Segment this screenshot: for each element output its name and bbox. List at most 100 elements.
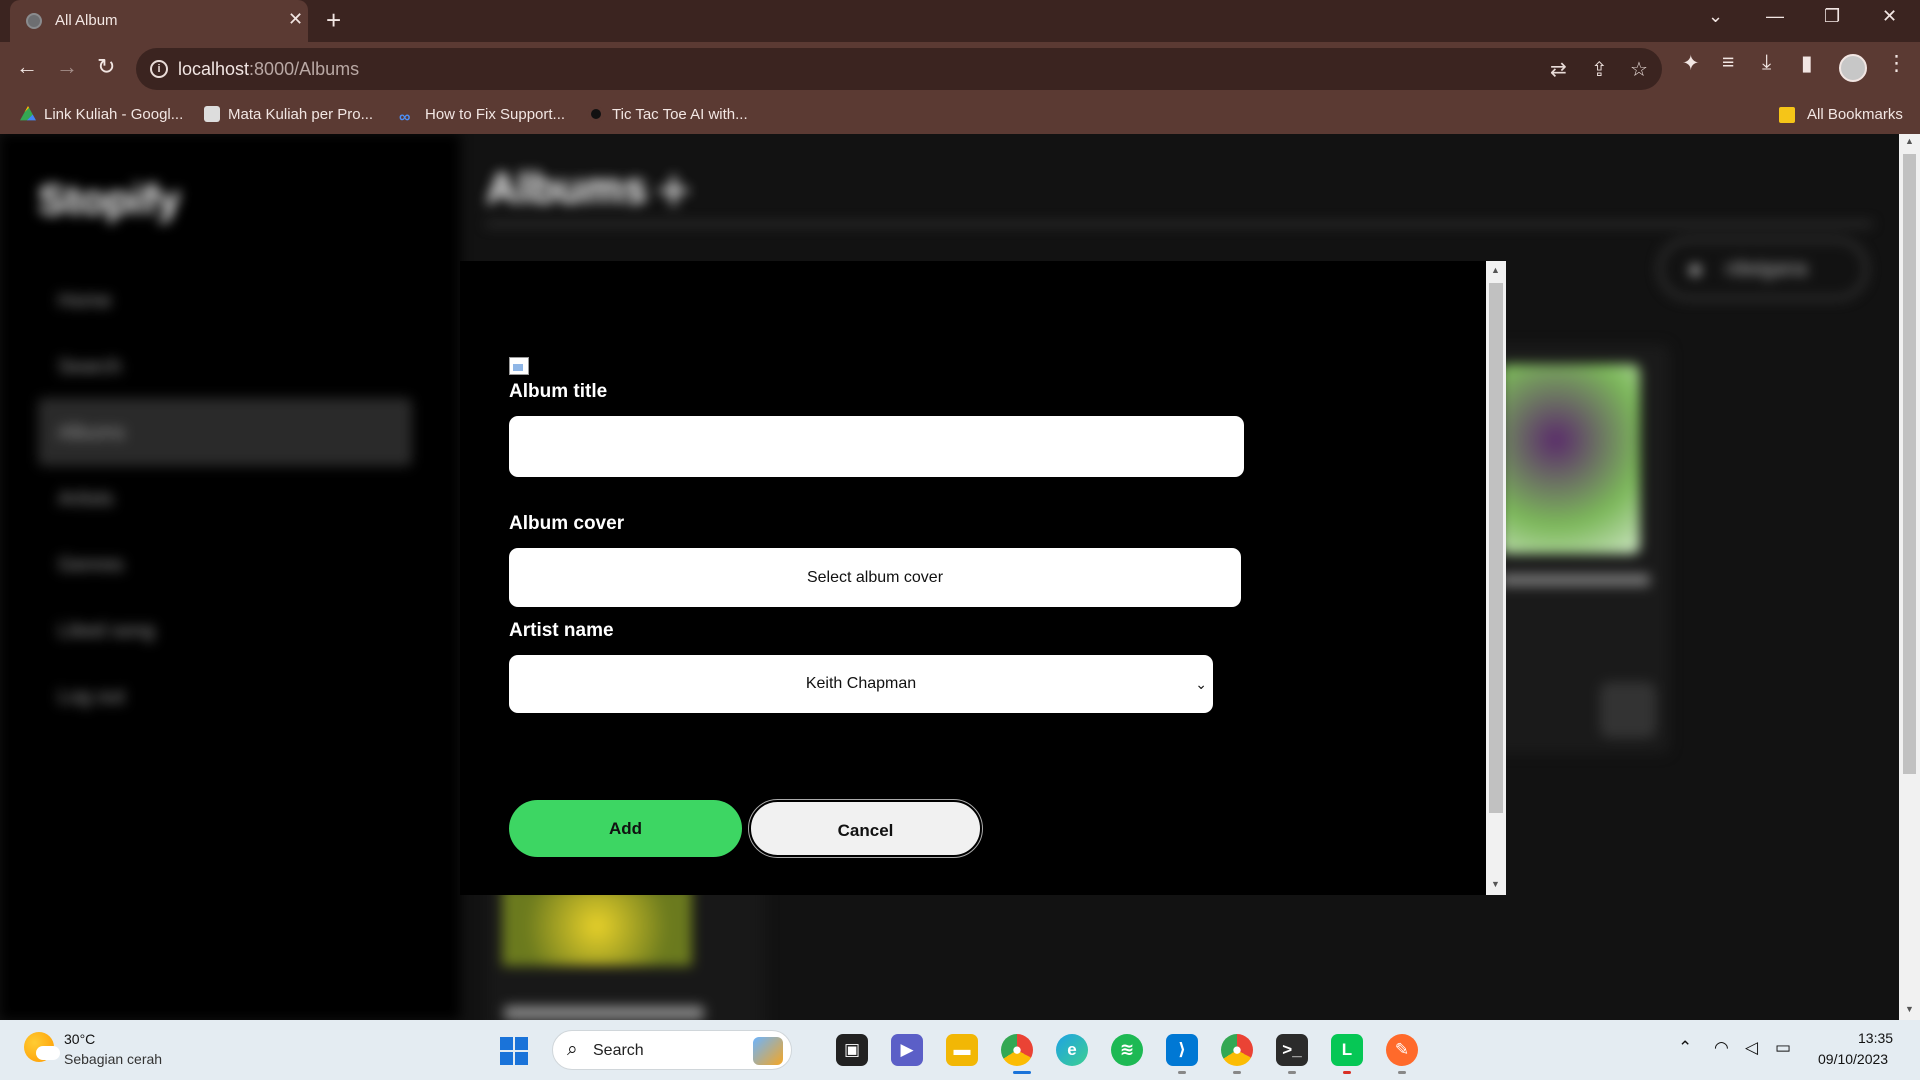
add-button[interactable]: Add: [509, 800, 742, 857]
sidebar-item-albums[interactable]: Albums: [58, 422, 125, 445]
page-scroll-thumb[interactable]: [1903, 154, 1916, 774]
album-cover: [1500, 364, 1640, 554]
album-title-input[interactable]: [509, 416, 1244, 477]
sidebar-item-genres[interactable]: Genres: [58, 554, 124, 577]
media-queue-icon[interactable]: ≡: [1722, 51, 1734, 75]
bookmark-item[interactable]: Tic Tac Toe AI with...: [588, 106, 748, 123]
running-indicator: [1343, 1071, 1351, 1074]
brave-icon[interactable]: ✎: [1386, 1034, 1418, 1066]
album-title-placeholder: [504, 1006, 704, 1020]
google-drive-icon: [20, 106, 36, 121]
forward-icon[interactable]: →: [56, 54, 78, 80]
close-window-icon[interactable]: ✕: [1882, 6, 1897, 27]
weather-description[interactable]: Sebagian cerah: [64, 1051, 162, 1067]
sidebar-item-search[interactable]: Search: [58, 356, 121, 379]
active-indicator: [1013, 1071, 1031, 1074]
site-favicon: [204, 106, 220, 122]
menu-dots-icon[interactable]: ⋮: [1886, 51, 1907, 76]
artist-select[interactable]: Keith Chapman ⌄: [509, 655, 1213, 713]
sidebar-item-log-out[interactable]: Log out: [58, 686, 125, 709]
search-placeholder: Search: [593, 1042, 644, 1059]
file-explorer-icon[interactable]: ▬: [946, 1034, 978, 1066]
tab-strip: All Album ✕ + ⌄ — ❐ ✕: [0, 0, 1920, 42]
bookmarks-bar: Link Kuliah - Googl... Mata Kuliah per P…: [0, 97, 1920, 134]
tab-search-chevron-icon[interactable]: ⌄: [1708, 6, 1723, 27]
bookmark-item[interactable]: Mata Kuliah per Pro...: [204, 106, 373, 123]
tab-title: All Album: [55, 12, 118, 29]
minimize-icon[interactable]: —: [1766, 6, 1784, 27]
bookmark-item[interactable]: Link Kuliah - Googl...: [20, 106, 183, 123]
sidebar-item-artists[interactable]: Artists: [58, 488, 114, 511]
profile-avatar[interactable]: [1839, 54, 1867, 82]
weather-temperature[interactable]: 30°C: [64, 1031, 95, 1047]
bookmark-star-icon[interactable]: ☆: [1630, 57, 1648, 82]
terminal-icon[interactable]: >_: [1276, 1034, 1308, 1066]
clock-date[interactable]: 09/10/2023: [1818, 1051, 1888, 1067]
broken-image-icon: [509, 357, 529, 375]
wifi-icon[interactable]: ◠: [1714, 1038, 1729, 1058]
teams-icon[interactable]: ▶: [891, 1034, 923, 1066]
sidebar-item-home[interactable]: Home: [58, 290, 111, 313]
chrome-icon[interactable]: ●: [1001, 1034, 1033, 1066]
page-scrollbar[interactable]: ▲ ▼: [1899, 134, 1920, 1020]
user-menu[interactable]: ● rdwigana: [1658, 238, 1868, 300]
translate-icon[interactable]: ⇄: [1550, 57, 1567, 82]
modal-scroll-thumb[interactable]: [1489, 283, 1503, 813]
show-hidden-icons-icon[interactable]: ⌃: [1678, 1038, 1692, 1058]
sidebar-item-liked-song[interactable]: Liked song: [58, 620, 155, 643]
spotify-icon[interactable]: ≋: [1111, 1034, 1143, 1066]
divider: [486, 222, 1872, 226]
task-view-icon[interactable]: ▣: [836, 1034, 868, 1066]
modal-scrollbar[interactable]: ▲ ▼: [1486, 261, 1506, 895]
artist-name-label: Artist name: [509, 620, 614, 641]
tab-favicon-icon: [26, 13, 42, 29]
new-tab-icon[interactable]: +: [326, 6, 341, 34]
clock-time[interactable]: 13:35: [1858, 1030, 1893, 1046]
volume-icon[interactable]: ◁: [1745, 1038, 1758, 1058]
side-panel-icon[interactable]: ▮: [1801, 51, 1813, 76]
running-indicator: [1178, 1071, 1186, 1074]
browser-toolbar: ← → ↻ i localhost:8000/Albums ⇄ ⇪ ☆ ✦ ≡ …: [0, 42, 1920, 97]
battery-icon[interactable]: ▭: [1775, 1038, 1791, 1058]
weather-cloud-icon: [36, 1046, 60, 1060]
address-bar[interactable]: i localhost:8000/Albums ⇄ ⇪ ☆: [136, 48, 1662, 90]
windows-start-icon[interactable]: [500, 1037, 528, 1065]
tab-close-icon[interactable]: ✕: [288, 9, 303, 30]
album-cover-label: Album cover: [509, 513, 625, 534]
running-indicator: [1288, 1071, 1296, 1074]
all-bookmarks-button[interactable]: All Bookmarks: [1807, 106, 1903, 123]
album-title-label: Album title: [509, 381, 608, 402]
reload-icon[interactable]: ↻: [97, 54, 115, 80]
add-album-icon[interactable]: +: [656, 156, 691, 225]
restore-icon[interactable]: ❐: [1824, 6, 1840, 27]
edit-pencil-icon[interactable]: [1600, 682, 1656, 738]
scroll-up-icon[interactable]: ▲: [1905, 136, 1914, 146]
album-title-placeholder: [1500, 574, 1650, 586]
app-logo: Stopify: [38, 176, 181, 223]
edge-icon[interactable]: e: [1056, 1034, 1088, 1066]
scroll-down-icon[interactable]: ▼: [1905, 1004, 1914, 1014]
line-app-icon[interactable]: L: [1331, 1034, 1363, 1066]
browser-tab[interactable]: All Album ✕: [10, 0, 308, 42]
folder-icon: [1779, 107, 1795, 123]
site-info-icon[interactable]: i: [150, 60, 168, 78]
scroll-up-icon[interactable]: ▲: [1491, 265, 1500, 275]
site-favicon-dark: [588, 106, 604, 122]
bookmark-item[interactable]: ∞ How to Fix Support...: [399, 106, 565, 127]
user-icon: ●: [1688, 256, 1703, 283]
taskbar-search[interactable]: ⌕ Search: [552, 1030, 792, 1070]
artist-selected-value: Keith Chapman: [805, 675, 917, 692]
vscode-icon[interactable]: ⟩: [1166, 1034, 1198, 1066]
chevron-down-icon: ⌄: [1195, 676, 1207, 692]
url-text[interactable]: localhost:8000/Albums: [178, 59, 359, 80]
download-icon[interactable]: ⤓: [1762, 51, 1771, 75]
chrome-profile-icon[interactable]: ●: [1221, 1034, 1253, 1066]
scroll-down-icon[interactable]: ▼: [1491, 879, 1500, 889]
share-icon[interactable]: ⇪: [1591, 57, 1608, 82]
back-icon[interactable]: ←: [16, 54, 38, 80]
extensions-icon[interactable]: ✦: [1682, 51, 1700, 76]
meta-infinity-icon: ∞: [399, 109, 411, 126]
select-album-cover-button[interactable]: Select album cover: [509, 548, 1241, 607]
cancel-button[interactable]: Cancel: [748, 799, 983, 858]
page-title: Albums: [486, 164, 648, 213]
